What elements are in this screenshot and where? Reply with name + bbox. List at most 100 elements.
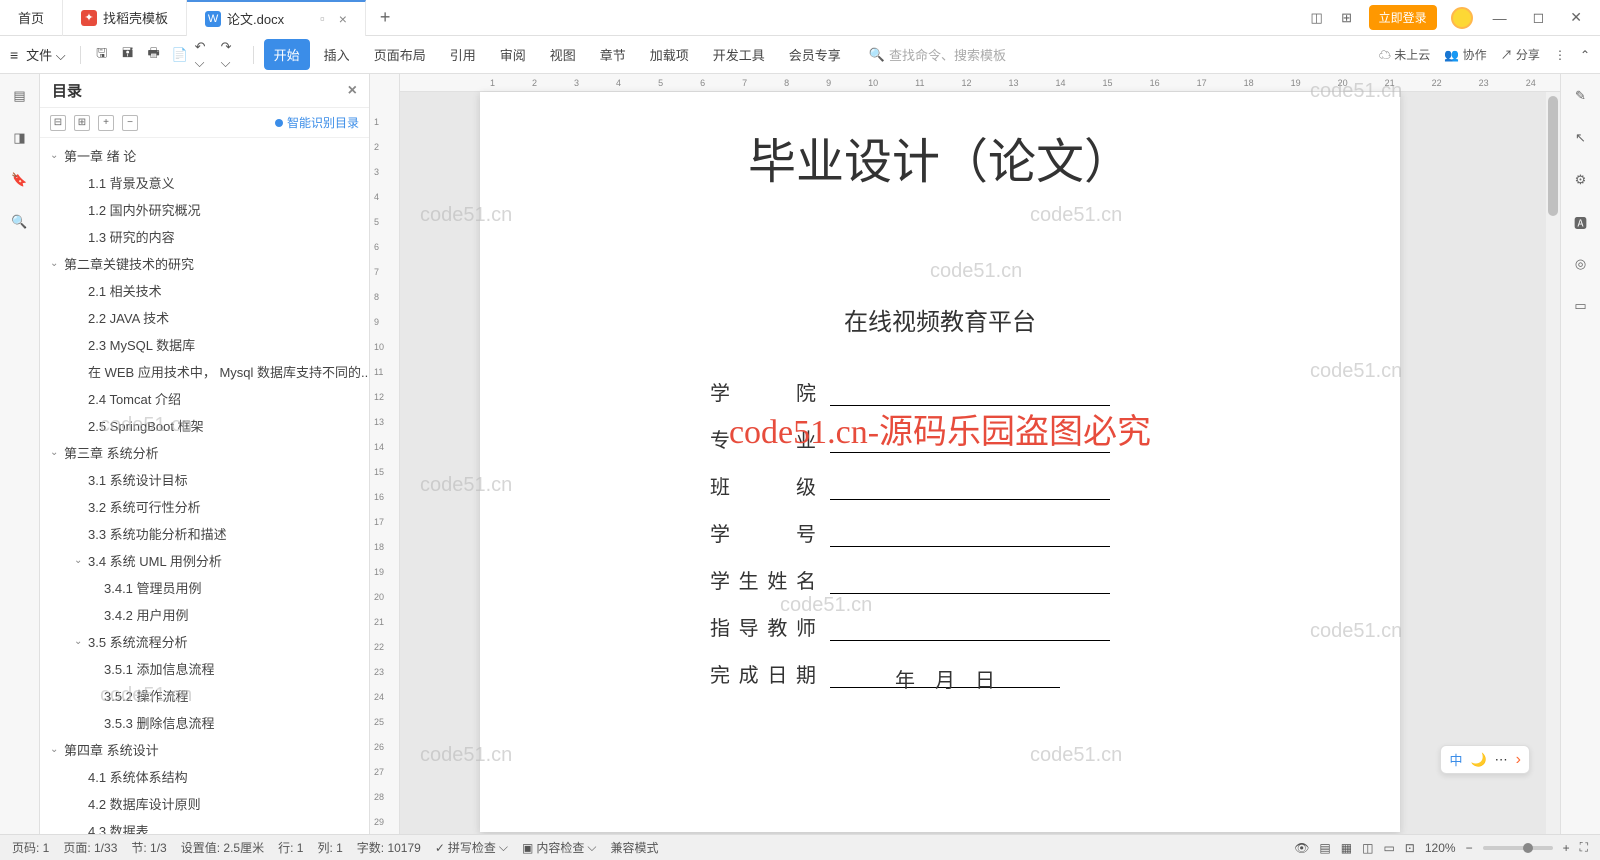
login-button[interactable]: 立即登录 [1369, 5, 1437, 30]
fullscreen-icon[interactable]: ⛶ [1580, 840, 1588, 855]
chevron-down-icon[interactable]: ⌄ [50, 258, 64, 269]
window-close-icon[interactable]: ✕ [1564, 5, 1588, 30]
zoom-level[interactable]: 120% [1425, 841, 1456, 855]
sb-section[interactable]: 节: 1/3 [131, 839, 166, 856]
tab-template[interactable]: ✦ 找稻壳模板 [63, 0, 187, 36]
outline-item[interactable]: 4.3 数据表 [40, 817, 369, 834]
outline-item[interactable]: 3.5.3 删除信息流程 [40, 709, 369, 736]
ime-moon-icon[interactable]: 🌙 [1470, 752, 1486, 768]
zoom-slider[interactable] [1483, 846, 1553, 850]
menu-start[interactable]: 开始 [264, 39, 310, 70]
zoom-in-icon[interactable]: + [1563, 841, 1570, 855]
zoom-out-icon[interactable]: − [1466, 841, 1473, 855]
cloud-status[interactable]: ☁ 未上云 [1379, 46, 1430, 63]
redo-icon[interactable]: ↷ ⌵ [221, 44, 243, 66]
outline-item[interactable]: 2.1 相关技术 [40, 277, 369, 304]
outline-item[interactable]: 2.3 MySQL 数据库 [40, 331, 369, 358]
outline-item[interactable]: ⌄第二章关键技术的研究 [40, 250, 369, 277]
save-as-icon[interactable]: 🖬 [117, 44, 139, 66]
remove-icon[interactable]: − [122, 115, 138, 131]
nav-icon[interactable]: ◨ [10, 128, 30, 148]
command-search[interactable]: 🔍 查找命令、搜索模板 [869, 45, 1006, 64]
menu-review[interactable]: 审阅 [490, 39, 536, 70]
close-icon[interactable]: × [339, 11, 347, 27]
sb-line[interactable]: 行: 1 [278, 839, 303, 856]
outline-item[interactable]: 3.4.2 用户用例 [40, 601, 369, 628]
outline-item[interactable]: 2.5 SpringBoot 框架 [40, 412, 369, 439]
sb-col[interactable]: 列: 1 [317, 839, 342, 856]
view-print-icon[interactable]: ▤ [1319, 841, 1330, 855]
bookmark-icon[interactable]: 🔖 [10, 170, 30, 190]
menu-insert[interactable]: 插入 [314, 39, 360, 70]
menu-vip[interactable]: 会员专享 [779, 39, 851, 70]
outline-item[interactable]: 3.5.2 操作流程 [40, 682, 369, 709]
settings-icon[interactable]: ⚙ [1571, 170, 1591, 190]
chevron-down-icon[interactable]: ⌄ [50, 150, 64, 161]
menu-devtools[interactable]: 开发工具 [703, 39, 775, 70]
sb-page[interactable]: 页面: 1/33 [63, 839, 117, 856]
smart-toc-button[interactable]: 智能识别目录 [275, 114, 359, 131]
outline-item[interactable]: 2.4 Tomcat 介绍 [40, 385, 369, 412]
search-icon[interactable]: 🔍 [10, 212, 30, 232]
reading-mode-icon[interactable]: ◫ [1309, 10, 1325, 26]
ime-arrow-icon[interactable]: › [1516, 751, 1521, 769]
target-icon[interactable]: ◎ [1571, 254, 1591, 274]
cursor-icon[interactable]: ↖ [1571, 128, 1591, 148]
vertical-scrollbar[interactable] [1546, 92, 1560, 834]
outline-item[interactable]: ⌄第一章 绪 论 [40, 142, 369, 169]
eye-icon[interactable]: 👁 [1294, 841, 1309, 855]
apps-icon[interactable]: ⊞ [1339, 10, 1355, 26]
book-icon[interactable]: ▭ [1571, 296, 1591, 316]
outline-item[interactable]: 2.2 JAVA 技术 [40, 304, 369, 331]
undo-icon[interactable]: ↶ ⌵ [195, 44, 217, 66]
chevron-down-icon[interactable]: ⌄ [50, 447, 64, 458]
collapse-all-icon[interactable]: ⊞ [74, 115, 90, 131]
outline-item[interactable]: 4.2 数据库设计原则 [40, 790, 369, 817]
menu-layout[interactable]: 页面布局 [364, 39, 436, 70]
avatar[interactable] [1451, 7, 1473, 29]
menu-references[interactable]: 引用 [440, 39, 486, 70]
translate-icon[interactable]: 🅰 [1571, 212, 1591, 232]
outline-item[interactable]: 1.3 研究的内容 [40, 223, 369, 250]
menu-view[interactable]: 视图 [540, 39, 586, 70]
outline-item[interactable]: ⌄3.4 系统 UML 用例分析 [40, 547, 369, 574]
outline-item[interactable]: 3.4.1 管理员用例 [40, 574, 369, 601]
print-icon[interactable]: 🖶 [143, 44, 165, 66]
sb-indent[interactable]: 设置值: 2.5厘米 [181, 839, 264, 856]
menu-addons[interactable]: 加载项 [640, 39, 699, 70]
pencil-icon[interactable]: ✎ [1571, 86, 1591, 106]
menu-chapter[interactable]: 章节 [590, 39, 636, 70]
minimize-icon[interactable]: — [1487, 6, 1513, 30]
vertical-ruler[interactable]: 1234567891011121314151617181920212223242… [370, 74, 400, 834]
expand-all-icon[interactable]: ⊟ [50, 115, 66, 131]
outline-item[interactable]: 在 WEB 应用技术中， Mysql 数据库支持不同的... [40, 358, 369, 385]
zoom-slider-thumb[interactable] [1523, 843, 1533, 853]
scroll-thumb[interactable] [1548, 96, 1558, 216]
outline-icon[interactable]: ▤ [10, 86, 30, 106]
chevron-down-icon[interactable]: ⌄ [74, 555, 88, 566]
view-outline-icon[interactable]: ◫ [1362, 841, 1373, 855]
outline-item[interactable]: 3.1 系统设计目标 [40, 466, 369, 493]
ime-dots-icon[interactable]: ⋯ [1495, 752, 1508, 768]
view-read-icon[interactable]: ▭ [1383, 841, 1394, 855]
print-preview-icon[interactable]: 📄 [169, 44, 191, 66]
chevron-down-icon[interactable]: ⌄ [74, 636, 88, 647]
outline-item[interactable]: 1.2 国内外研究概况 [40, 196, 369, 223]
view-web-icon[interactable]: ▦ [1341, 841, 1352, 855]
maximize-icon[interactable]: ◻ [1527, 5, 1551, 30]
new-tab-button[interactable]: + [366, 7, 405, 28]
save-icon[interactable]: 🖫 [91, 44, 113, 66]
sb-content[interactable]: ▣内容检查 ⌵ [522, 839, 596, 856]
outline-item[interactable]: 4.1 系统体系结构 [40, 763, 369, 790]
tab-menu-icon[interactable]: ▫ [320, 11, 325, 26]
sb-compat[interactable]: 兼容模式 [610, 839, 658, 856]
outline-item[interactable]: 3.5.1 添加信息流程 [40, 655, 369, 682]
ime-lang[interactable]: 中 [1449, 750, 1462, 769]
tab-home[interactable]: 首页 [0, 0, 63, 36]
outline-item[interactable]: 3.2 系统可行性分析 [40, 493, 369, 520]
sb-pagecode[interactable]: 页码: 1 [12, 839, 49, 856]
outline-item[interactable]: ⌄3.5 系统流程分析 [40, 628, 369, 655]
share-button[interactable]: ↗ 分享 [1501, 46, 1540, 63]
add-icon[interactable]: + [98, 115, 114, 131]
outline-item[interactable]: ⌄第四章 系统设计 [40, 736, 369, 763]
